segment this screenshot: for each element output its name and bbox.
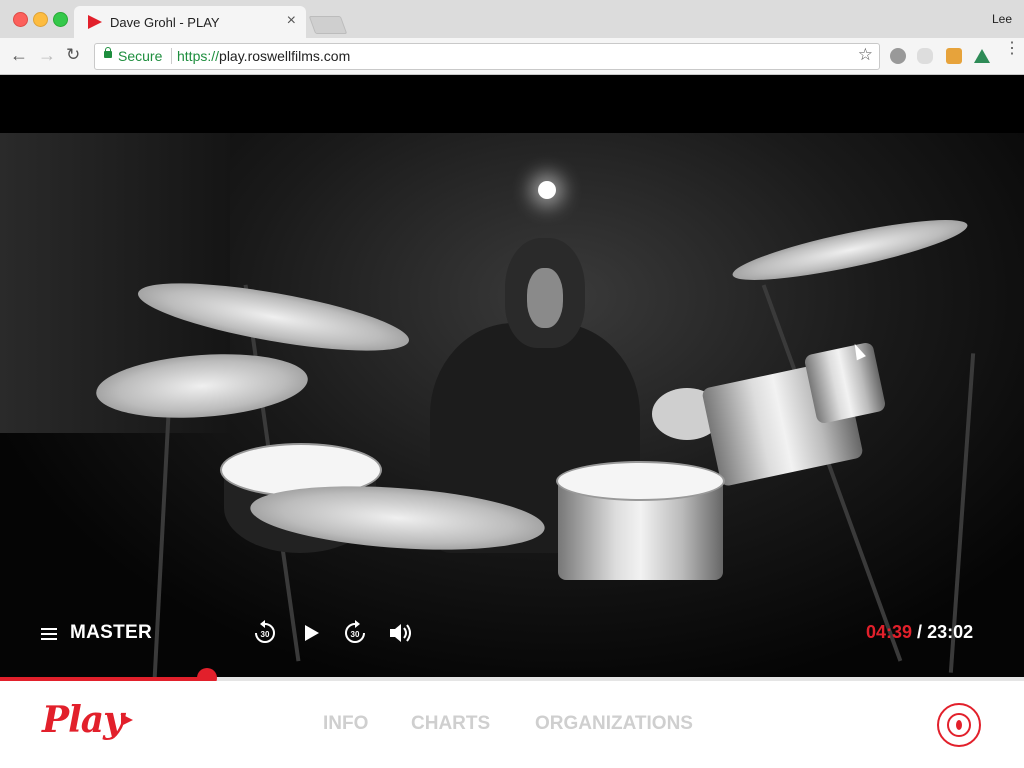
- extension-folder-icon[interactable]: [946, 48, 962, 64]
- time-separator: /: [912, 622, 928, 642]
- nav-charts[interactable]: CHARTS: [411, 713, 490, 735]
- tab-title: Dave Grohl - PLAY: [110, 15, 220, 30]
- bookmark-star-icon[interactable]: ☆: [858, 45, 873, 65]
- svg-text:30: 30: [261, 630, 270, 639]
- track-label[interactable]: MASTER: [70, 622, 152, 644]
- browser-menu-icon[interactable]: ⋮: [1004, 41, 1020, 57]
- play-logo[interactable]: Play: [42, 699, 124, 741]
- play-logo-arrow-icon: [121, 714, 133, 726]
- back-arrow-icon[interactable]: ←: [10, 46, 28, 64]
- svg-text:30: 30: [351, 630, 360, 639]
- lock-icon: [104, 47, 112, 58]
- window-maximize-button[interactable]: [53, 12, 68, 27]
- tom-drum-head: [556, 461, 725, 501]
- playback-time: 04:39 / 23:02: [866, 622, 973, 643]
- current-time: 04:39: [866, 622, 913, 642]
- bottom-nav: Play INFO CHARTS ORGANIZATIONS: [0, 681, 1024, 768]
- browser-tab[interactable]: Dave Grohl - PLAY ×: [74, 6, 306, 38]
- browser-toolbar: ← → ↻ Secure https://play.roswellfilms.c…: [0, 38, 1024, 75]
- hamburger-icon[interactable]: [41, 628, 57, 640]
- nav-info[interactable]: INFO: [323, 713, 368, 735]
- tab-close-icon[interactable]: ×: [287, 12, 296, 30]
- drummer-face: [527, 268, 563, 328]
- forward-arrow-icon[interactable]: →: [38, 46, 56, 64]
- extension-moon-icon[interactable]: [917, 48, 933, 64]
- extension-gear-icon[interactable]: [890, 48, 906, 64]
- extension-drive-icon[interactable]: [974, 49, 990, 63]
- title-bar: Dave Grohl - PLAY × Lee: [0, 0, 1024, 38]
- video-frame: [0, 133, 1024, 678]
- video-player[interactable]: [0, 75, 1024, 678]
- volume-icon[interactable]: [386, 619, 414, 647]
- window-minimize-button[interactable]: [33, 12, 48, 27]
- address-divider: [171, 48, 172, 64]
- url-host: play.roswellfilms.com: [219, 48, 351, 64]
- new-tab-button[interactable]: [308, 16, 348, 34]
- profile-name[interactable]: Lee: [992, 12, 1012, 26]
- cymbal-stand: [152, 393, 172, 678]
- play-icon[interactable]: [298, 619, 326, 647]
- window-close-button[interactable]: [13, 12, 28, 27]
- address-bar[interactable]: Secure https://play.roswellfilms.com ☆: [94, 43, 880, 70]
- forward-30-icon[interactable]: 30: [341, 619, 369, 647]
- drum: [803, 341, 887, 425]
- roswell-records-seal-icon[interactable]: [937, 703, 981, 747]
- studio-light: [538, 181, 556, 199]
- url-scheme: https://: [177, 48, 220, 64]
- url-text[interactable]: https://play.roswellfilms.com: [177, 48, 350, 64]
- nav-organizations[interactable]: ORGANIZATIONS: [535, 713, 693, 735]
- total-time: 23:02: [927, 622, 974, 642]
- reload-icon[interactable]: ↻: [66, 46, 80, 64]
- rewind-30-icon[interactable]: 30: [251, 619, 279, 647]
- secure-label: Secure: [118, 48, 163, 64]
- cymbal: [729, 208, 971, 292]
- browser-window: Dave Grohl - PLAY × Lee ← → ↻ Secure htt…: [0, 0, 1024, 768]
- play-favicon-icon: [88, 15, 102, 29]
